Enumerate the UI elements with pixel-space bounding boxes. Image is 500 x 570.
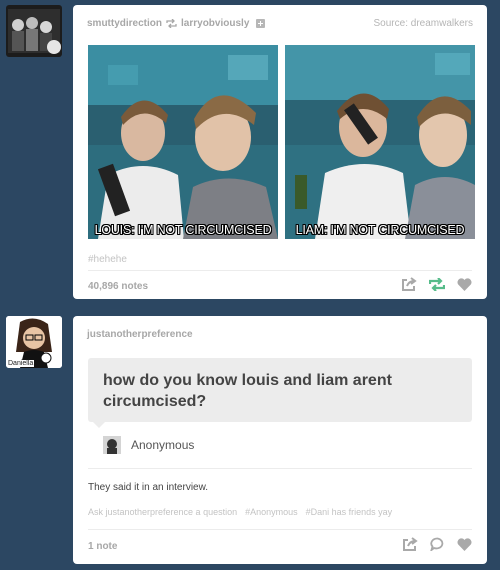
- answer-divider: [88, 468, 472, 469]
- like-icon[interactable]: [457, 537, 472, 551]
- asker: Anonymous: [103, 436, 194, 454]
- reply-icon[interactable]: [430, 537, 445, 551]
- photo-post: smuttydirection larryobviously Source: d…: [73, 5, 487, 299]
- post-tags: Ask justanotherpreference a question #An…: [88, 507, 392, 517]
- photo-caption-2: LIAM: I'M NOT CIRCUMCISED: [295, 223, 465, 237]
- reblog-icon: [166, 19, 177, 28]
- post1-avatar[interactable]: [6, 5, 62, 57]
- photo-2[interactable]: LIAM: I'M NOT CIRCUMCISED: [285, 45, 475, 239]
- ask-link[interactable]: Ask justanotherpreference a question: [88, 507, 237, 517]
- share-icon[interactable]: [402, 537, 418, 551]
- post-tag[interactable]: #hehehe: [88, 254, 127, 265]
- question-bubble-tail: [93, 422, 105, 428]
- photo-1[interactable]: LOUIS: I'M NOT CIRCUMCISED: [88, 45, 278, 239]
- notes-count[interactable]: 1 note: [88, 541, 117, 552]
- answer-post: justanotherpreference how do you know lo…: [73, 316, 487, 564]
- like-icon[interactable]: [457, 277, 472, 291]
- notes-count[interactable]: 40,896 notes: [88, 281, 148, 292]
- tag-dani[interactable]: #Dani has friends yay: [306, 507, 393, 517]
- post-footer: 1 note: [88, 537, 472, 557]
- post-header: justanotherpreference: [73, 316, 487, 346]
- post-divider: [88, 529, 472, 530]
- reblogged-from[interactable]: larryobviously: [181, 18, 249, 29]
- avatar-label: Daniella: [7, 360, 35, 367]
- asker-name: Anonymous: [131, 438, 195, 452]
- source-link[interactable]: Source: dreamwalkers: [374, 18, 473, 29]
- post-header: smuttydirection larryobviously Source: d…: [73, 5, 487, 35]
- reblog-icon[interactable]: [429, 277, 445, 291]
- tag-anonymous[interactable]: #Anonymous: [245, 507, 298, 517]
- question-text: how do you know louis and liam arent cir…: [103, 372, 392, 410]
- post-author[interactable]: smuttydirection: [87, 18, 162, 29]
- post-footer: 40,896 notes: [88, 277, 472, 297]
- photo-caption-1: LOUIS: I'M NOT CIRCUMCISED: [94, 223, 272, 237]
- post-divider: [88, 270, 472, 271]
- question-bubble: how do you know louis and liam arent cir…: [88, 358, 472, 422]
- answer-text: They said it in an interview.: [88, 482, 209, 493]
- post2-avatar[interactable]: Daniella: [6, 316, 62, 368]
- post-author[interactable]: justanotherpreference: [87, 329, 193, 340]
- share-icon[interactable]: [401, 277, 417, 291]
- photoset[interactable]: LOUIS: I'M NOT CIRCUMCISED LIAM: I'M NOT…: [88, 45, 475, 239]
- anonymous-avatar-icon: [103, 436, 121, 454]
- add-icon[interactable]: [256, 19, 266, 28]
